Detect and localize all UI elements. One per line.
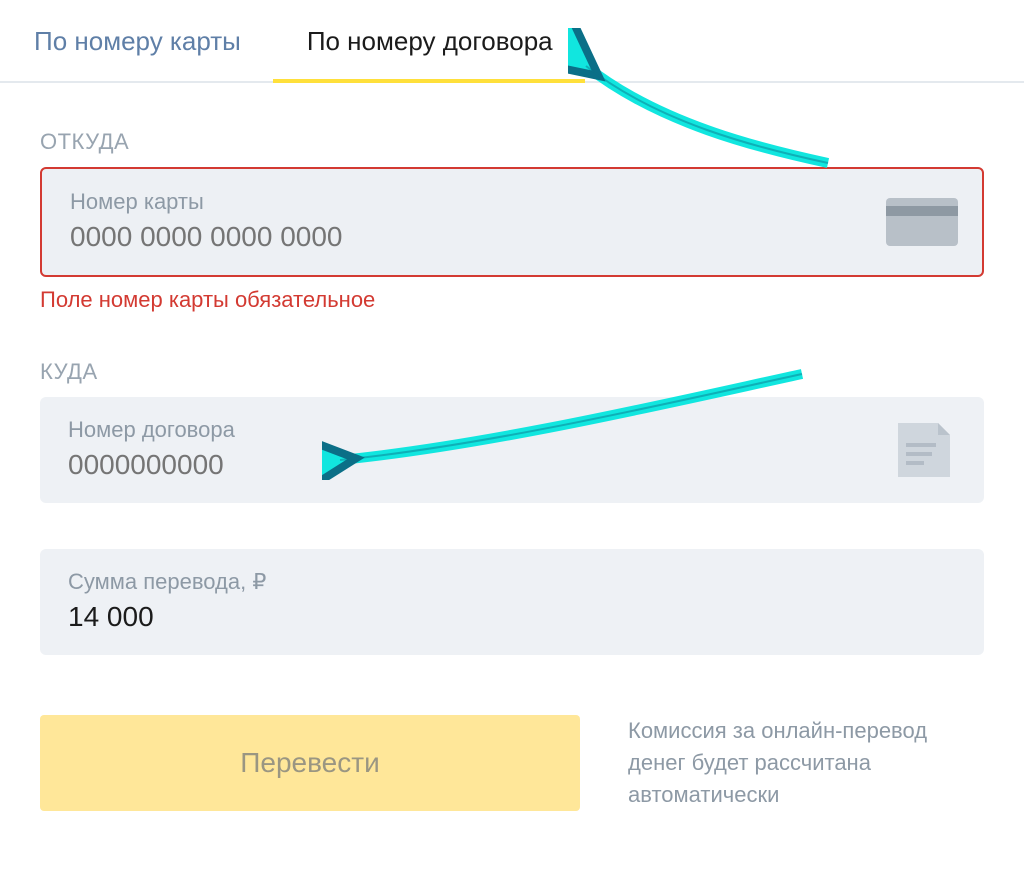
tab-by-contract[interactable]: По номеру договора [273, 8, 585, 81]
section-to-label: КУДА [40, 359, 1024, 385]
transfer-button-label: Перевести [240, 747, 379, 778]
card-number-field[interactable]: Номер карты [40, 167, 984, 277]
contract-number-field[interactable]: Номер договора [40, 397, 984, 503]
tab-label: По номеру договора [307, 26, 553, 56]
card-number-error: Поле номер карты обязательное [40, 287, 1024, 313]
tabs: По номеру карты По номеру договора [0, 0, 1024, 83]
credit-card-icon [886, 197, 958, 247]
card-number-input[interactable] [70, 221, 777, 253]
tab-label: По номеру карты [34, 26, 241, 56]
amount-value: 14 000 [68, 601, 956, 633]
card-number-label: Номер карты [70, 189, 954, 215]
document-icon [888, 425, 960, 475]
tab-by-card[interactable]: По номеру карты [0, 8, 273, 81]
commission-note: Комиссия за онлайн-перевод денег будет р… [628, 715, 984, 811]
contract-number-input[interactable] [68, 449, 778, 481]
transfer-button[interactable]: Перевести [40, 715, 580, 811]
amount-label: Сумма перевода, ₽ [68, 569, 956, 595]
amount-field[interactable]: Сумма перевода, ₽ 14 000 [40, 549, 984, 655]
contract-number-label: Номер договора [68, 417, 956, 443]
section-from-label: ОТКУДА [40, 129, 1024, 155]
